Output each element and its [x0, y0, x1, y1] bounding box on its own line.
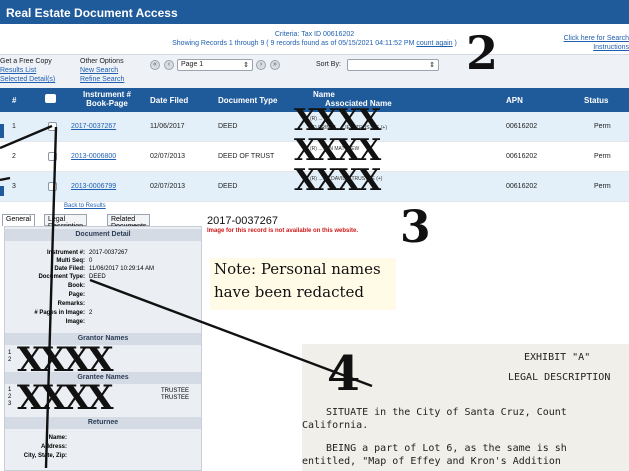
row-checkbox[interactable] — [48, 152, 57, 161]
criteria-line2: Showing Records 1 through 9 ( 9 records … — [172, 40, 457, 47]
select-arrows-icon: ⇕ — [429, 62, 435, 69]
row-num: 2 — [12, 153, 16, 160]
last-page-icon[interactable]: » — [270, 60, 280, 70]
callout-4: 4 — [327, 346, 361, 402]
field-label: Address: — [40, 444, 67, 450]
select-all-checkbox[interactable] — [45, 94, 56, 103]
document-type: DEED OF TRUST — [218, 153, 275, 160]
tab-general[interactable]: General — [2, 214, 35, 226]
exhibit-text-line: SITUATE in the City of Santa Cruz, Count — [326, 407, 567, 418]
field-label: Date Filed: — [54, 266, 85, 272]
field-label: Remarks: — [57, 301, 85, 307]
tab-legal-description[interactable]: Legal Description — [44, 214, 88, 230]
prev-page-icon[interactable]: ‹ — [164, 60, 174, 70]
field-label: City, State, Zip: — [23, 453, 67, 459]
back-to-results-link[interactable]: Back to Results — [64, 203, 106, 209]
exhibit-text-line: California. — [302, 420, 369, 431]
status: Perm — [594, 153, 611, 160]
results-list-link[interactable]: Results List — [0, 66, 55, 75]
callout-3: 3 — [400, 202, 431, 253]
field-label: Page: — [68, 292, 85, 298]
field-label: # Pages in Image: — [34, 310, 85, 316]
selected-details-link[interactable]: Selected Detail(s) — [0, 75, 55, 84]
document-number: 2017-0037267 — [207, 215, 278, 227]
col-date-filed: Date Filed — [150, 96, 189, 105]
grantor-index: 12 — [8, 350, 12, 363]
apn: 00616202 — [506, 153, 538, 160]
document-detail-panel: Document Detail Instrument #: 2017-00372… — [4, 226, 202, 471]
exhibit-text-line: BEING a part of Lot 6, as the same is sh — [326, 443, 567, 454]
status: Perm — [594, 183, 611, 190]
left-edge-marker — [0, 186, 4, 196]
sort-by-select[interactable]: ⇕ — [347, 59, 439, 71]
col-status: Status — [584, 96, 609, 105]
date-filed: 02/07/2013 — [150, 153, 186, 160]
field-value: DEED — [89, 274, 106, 280]
row-num: 3 — [12, 183, 16, 190]
first-page-icon[interactable]: « — [150, 60, 160, 70]
sort-by-label: Sort By: — [316, 61, 341, 68]
col-apn: APN — [506, 96, 523, 105]
row-num: 1 — [12, 123, 16, 130]
new-search-link[interactable]: New Search — [80, 66, 124, 75]
field-value: 2 — [89, 310, 93, 316]
redaction-mark: XXXX — [294, 103, 381, 138]
instrument-link[interactable]: 2017-0037267 — [71, 123, 116, 130]
criteria-line1: Criteria: Tax ID 00616202 — [274, 31, 355, 38]
tab-related-documents[interactable]: Related Documents — [107, 214, 151, 230]
instrument-link[interactable]: 2013-0006800 — [71, 153, 116, 160]
grantee-index: 123 — [8, 387, 12, 407]
date-filed: 11/06/2017 — [150, 123, 185, 130]
field-value: 0 — [89, 258, 93, 264]
field-value: 2017-0037267 — [89, 250, 128, 256]
other-options-group: Other Options New Search Refine Search — [80, 58, 125, 84]
redaction-mark: XXXX — [294, 163, 381, 198]
app-title: Real Estate Document Access — [0, 0, 629, 24]
search-instructions-link[interactable]: Click here for Search Instructions — [549, 34, 629, 52]
document-detail-header: Document Detail — [5, 229, 201, 241]
field-value: 11/06/2017 10:29:14 AM — [89, 266, 154, 272]
row-checkbox[interactable] — [48, 182, 57, 191]
status: Perm — [594, 123, 611, 130]
page: Real Estate Document Access Criteria: Ta… — [0, 0, 629, 471]
free-copy-group: Get a Free Copy Results List Selected De… — [0, 58, 56, 84]
left-edge-marker — [0, 124, 4, 138]
redaction-mark: XXXX — [17, 378, 114, 418]
select-arrows-icon: ⇕ — [243, 62, 249, 69]
exhibit-title: EXHIBIT "A" — [524, 352, 591, 363]
field-label: Name: — [48, 435, 67, 441]
redaction-note: Note: Personal names have been redacted — [210, 258, 396, 310]
field-label: Document Type: — [38, 274, 85, 280]
col-num: # — [12, 96, 17, 105]
exhibit-subtitle: LEGAL DESCRIPTION — [508, 372, 611, 383]
apn: 00616202 — [506, 183, 538, 190]
date-filed: 02/07/2013 — [150, 183, 186, 190]
refine-search-link[interactable]: Refine Search — [80, 75, 124, 84]
field-label: Multi Seq: — [56, 258, 85, 264]
callout-2: 2 — [466, 26, 499, 80]
field-label: Image: — [65, 319, 85, 325]
grantee-role: TRUSTEE — [161, 395, 190, 401]
toolbar: Get a Free Copy Results List Selected De… — [0, 54, 629, 88]
returnee-header: Returnee — [5, 417, 201, 429]
row-checkbox[interactable] — [48, 122, 57, 131]
instrument-link[interactable]: 2013-0006799 — [71, 183, 116, 190]
redaction-mark: XXXX — [294, 133, 381, 168]
grantee-role: TRUSTEE — [161, 388, 190, 394]
col-document-type: Document Type — [218, 96, 278, 105]
apn: 00616202 — [506, 123, 538, 130]
document-type: DEED — [218, 183, 238, 190]
table-row[interactable]: 3 2013-0006799 02/07/2013 DEED (R) ...NN… — [0, 166, 629, 202]
image-unavailable-note: Image for this record is not available o… — [207, 228, 359, 234]
col-instrument: Instrument # Book-Page — [82, 90, 131, 108]
document-type: DEED — [218, 123, 238, 130]
page-select[interactable]: Page 1 ⇕ — [177, 59, 253, 71]
field-label: Book: — [68, 283, 85, 289]
field-label: Instrument #: — [46, 250, 85, 256]
count-again-link[interactable]: count again — [416, 40, 452, 47]
exhibit-text-line: entitled, "Map of Effey and Kron's Addit… — [302, 456, 561, 467]
next-page-icon[interactable]: › — [256, 60, 266, 70]
